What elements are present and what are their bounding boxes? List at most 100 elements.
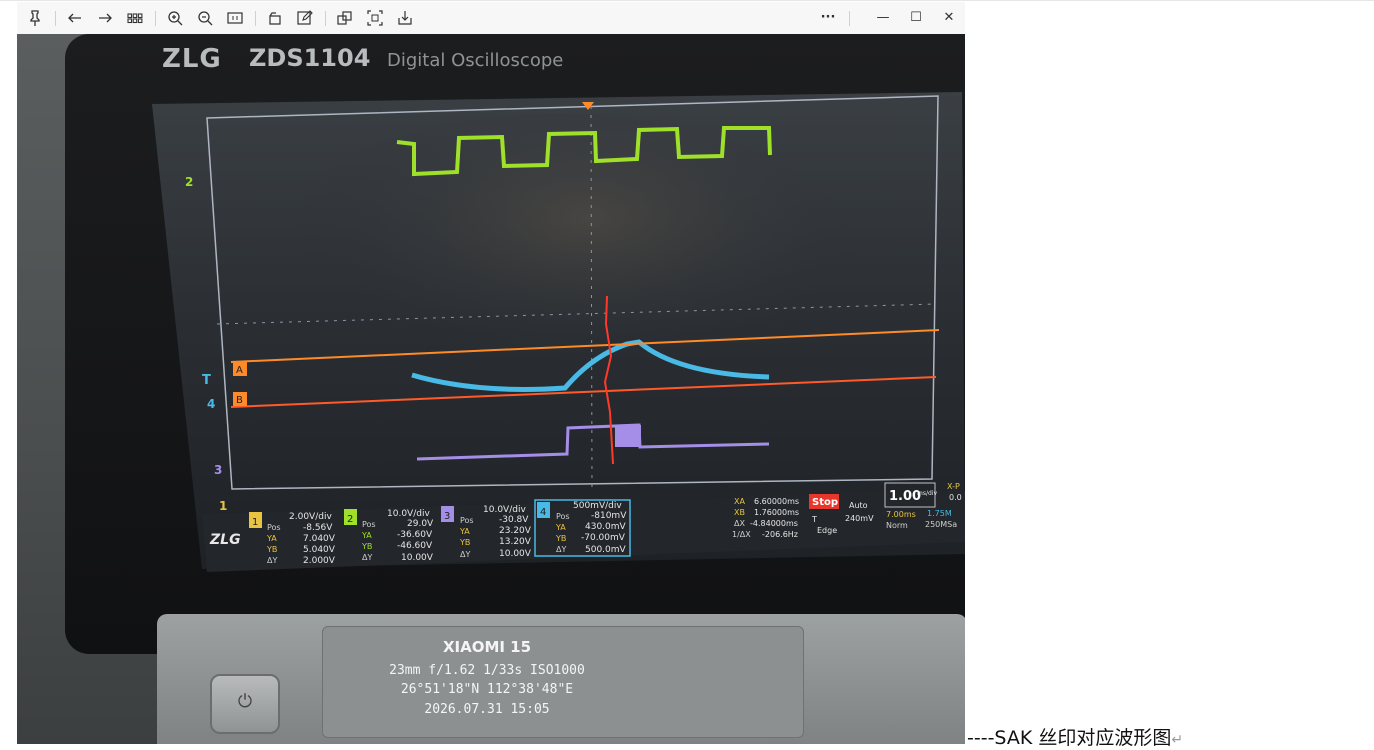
zoom-in-icon[interactable]: [165, 8, 185, 28]
oscilloscope-photo: ZLG ZDS1104 Digital Oscilloscope ⏻ A B 2…: [17, 34, 965, 744]
ch3-dy: 10.00V: [499, 549, 532, 559]
top-border: [0, 0, 1374, 1]
ch3-pos: -30.8V: [499, 515, 529, 525]
xp-label: X-P: [947, 482, 960, 491]
dx-value: -4.84000ms: [750, 519, 798, 528]
edit-icon[interactable]: [295, 8, 315, 28]
toolbar-separator: [849, 11, 850, 26]
ch1-yb-label: YB: [266, 545, 277, 554]
timebase-unit: ms/div: [917, 490, 937, 497]
ch4-div: 500mV/div: [573, 501, 622, 511]
ch4-ya: 430.0mV: [585, 522, 627, 532]
ch3-ya-label: YA: [459, 527, 470, 536]
inv-dx-value: -206.6Hz: [762, 530, 798, 539]
ch4-marker: 4: [207, 397, 215, 411]
ch4-pos: -810mV: [591, 511, 627, 521]
more-icon[interactable]: ···: [818, 8, 838, 28]
trigger-marker: T: [202, 373, 211, 388]
xb-value: 1.76000ms: [754, 508, 799, 517]
ch2-dy-label: ΔY: [362, 553, 372, 562]
toolbar-separator: [255, 11, 256, 26]
watermark-device: XIAOMI 15: [442, 638, 532, 656]
ch2-ya-label: YA: [361, 531, 372, 540]
ch2-pos: 29.0V: [407, 519, 434, 529]
cursor-b-label: B: [236, 395, 243, 406]
toolbar-separator: [325, 11, 326, 26]
toolbar-separator: [55, 11, 56, 26]
xp-value: 0.0: [949, 493, 962, 502]
ch3-pos-label: Pos: [460, 516, 474, 525]
ch1-pos: -8.56V: [303, 523, 333, 533]
forward-arrow-icon[interactable]: [95, 8, 115, 28]
paragraph-mark-icon: ↵: [1171, 732, 1184, 748]
ch1-ya: 7.040V: [303, 534, 336, 544]
ch3-yb-label: YB: [459, 538, 470, 547]
trigger-type: Edge: [817, 526, 837, 535]
crop-icon[interactable]: [365, 8, 385, 28]
acq-mode: Norm: [886, 521, 908, 530]
image-viewer-toolbar: ··· — ☐ ✕: [17, 2, 965, 35]
ch1-pos-label: Pos: [267, 523, 281, 532]
run-state: Stop: [812, 497, 838, 508]
ch4-dy: 500.0mV: [585, 545, 627, 555]
trigger-mode: Auto: [849, 501, 868, 510]
ch2-marker: 2: [185, 175, 193, 189]
ch4-num: 4: [540, 507, 546, 518]
timebase-offset: 7.00ms: [886, 510, 916, 519]
zoom-out-icon[interactable]: [195, 8, 215, 28]
maximize-icon[interactable]: ☐: [906, 8, 926, 28]
ch2-yb: -46.60V: [397, 541, 433, 551]
screen-reflection: [257, 114, 857, 414]
xa-value: 6.60000ms: [754, 497, 799, 506]
ch1-yb: 5.040V: [303, 545, 336, 555]
dx-label: ΔX: [734, 519, 745, 528]
sample-memory: 250MSa: [925, 520, 957, 529]
back-arrow-icon[interactable]: [65, 8, 85, 28]
trigger-level-label: T: [811, 515, 817, 524]
ch2-yb-label: YB: [361, 542, 372, 551]
ch3-ya: 23.20V: [499, 526, 532, 536]
minimize-icon[interactable]: —: [873, 8, 893, 28]
trigger-level: 240mV: [845, 514, 874, 523]
toolbar-separator: [155, 11, 156, 26]
close-icon[interactable]: ✕: [939, 8, 959, 28]
ch1-ya-label: YA: [266, 534, 277, 543]
cursor-a-label: A: [236, 365, 243, 376]
ch4-dy-label: ΔY: [556, 545, 566, 554]
ch1-dy-label: ΔY: [267, 556, 277, 565]
save-icon[interactable]: [395, 8, 415, 28]
inv-dx-label: 1/ΔX: [732, 530, 751, 539]
status-logo: ZLG: [209, 532, 241, 548]
watermark-gps: 26°51'18"N 112°38'48"E: [400, 682, 574, 697]
ch2-ya: -36.60V: [397, 530, 433, 540]
ch3-marker: 3: [214, 463, 222, 477]
ch2-dy: 10.00V: [401, 553, 434, 563]
watermark-exif: 23mm f/1.62 1/33s ISO1000: [389, 663, 585, 678]
ch2-num: 2: [347, 514, 353, 525]
ch3-yb: 13.20V: [499, 537, 532, 547]
ch3-pulse-fill: [615, 425, 641, 447]
ch1-div: 2.00V/div: [289, 512, 332, 522]
caption-text: ----SAK 丝印对应波形图: [967, 727, 1172, 749]
ch1-marker: 1: [219, 499, 227, 513]
ch4-pos-label: Pos: [556, 512, 570, 521]
ch1-dy: 2.000V: [303, 556, 336, 566]
rotate-icon[interactable]: [265, 8, 285, 28]
pin-icon[interactable]: [25, 8, 45, 28]
ch1-num: 1: [252, 517, 258, 528]
ch4-ya-label: YA: [555, 523, 566, 532]
grid-icon[interactable]: [125, 8, 145, 28]
fit-icon[interactable]: [225, 8, 245, 28]
watermark-datetime: 2026.07.31 15:05: [424, 702, 550, 717]
document-caption[interactable]: ----SAK 丝印对应波形图↵: [967, 723, 1183, 750]
ch3-dy-label: ΔY: [460, 550, 470, 559]
ch2-pos-label: Pos: [362, 520, 376, 529]
xa-label: XA: [734, 497, 745, 506]
ch3-div: 10.0V/div: [483, 505, 526, 515]
ch3-num: 3: [444, 511, 450, 522]
ch2-div: 10.0V/div: [387, 509, 430, 519]
copy-icon[interactable]: [335, 8, 355, 28]
xb-label: XB: [734, 508, 745, 517]
ch4-yb-label: YB: [555, 534, 566, 543]
ch4-yb: -70.00mV: [581, 533, 626, 543]
